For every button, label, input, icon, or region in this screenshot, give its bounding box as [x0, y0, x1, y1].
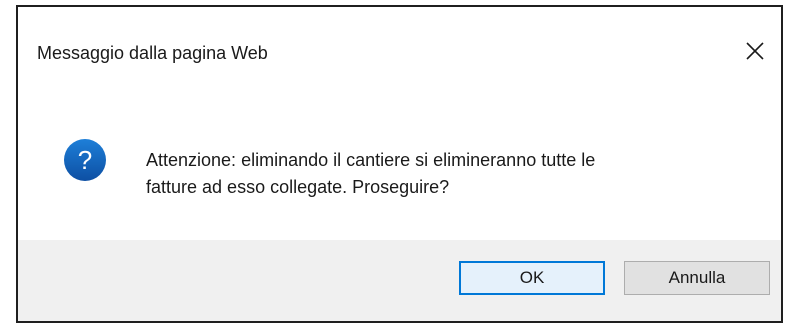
question-icon: ?	[64, 139, 106, 181]
dialog-title: Messaggio dalla pagina Web	[37, 43, 268, 63]
cancel-button[interactable]: Annulla	[624, 261, 770, 295]
ok-button[interactable]: OK	[459, 261, 605, 295]
close-button[interactable]	[737, 33, 773, 69]
svg-text:?: ?	[78, 145, 92, 175]
dialog-message: Attenzione: eliminando il cantiere si el…	[146, 150, 596, 197]
dialog-footer: OK Annulla	[18, 240, 781, 321]
dialog-content: ? Attenzione: eliminando il cantiere si …	[18, 97, 781, 242]
dialog-titlebar: Messaggio dalla pagina Web	[18, 7, 781, 97]
close-icon	[746, 42, 764, 60]
message-dialog: Messaggio dalla pagina Web ? Attenzione:…	[16, 5, 783, 323]
